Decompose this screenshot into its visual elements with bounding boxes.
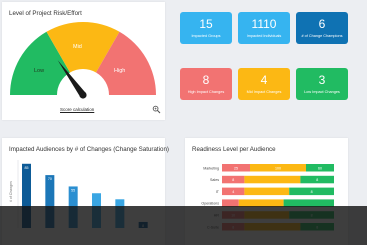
segment-value-label: 60 <box>318 166 322 170</box>
segment-value-label: 4 <box>232 190 234 194</box>
readiness-segment <box>244 187 290 196</box>
segment-value-label: 25 <box>234 166 238 170</box>
segment-value-label: 8 <box>316 178 318 182</box>
segment-value-label: 8 <box>232 178 234 182</box>
segment-value-label: 100 <box>275 166 281 170</box>
video-controls-overlay <box>0 206 367 245</box>
segment-value-label: 8 <box>311 190 313 194</box>
audience-category-label: IT <box>216 190 220 194</box>
audience-category-label: Sales <box>210 178 219 182</box>
audience-category-label: Marketing <box>203 166 219 170</box>
readiness-segment <box>244 175 301 184</box>
